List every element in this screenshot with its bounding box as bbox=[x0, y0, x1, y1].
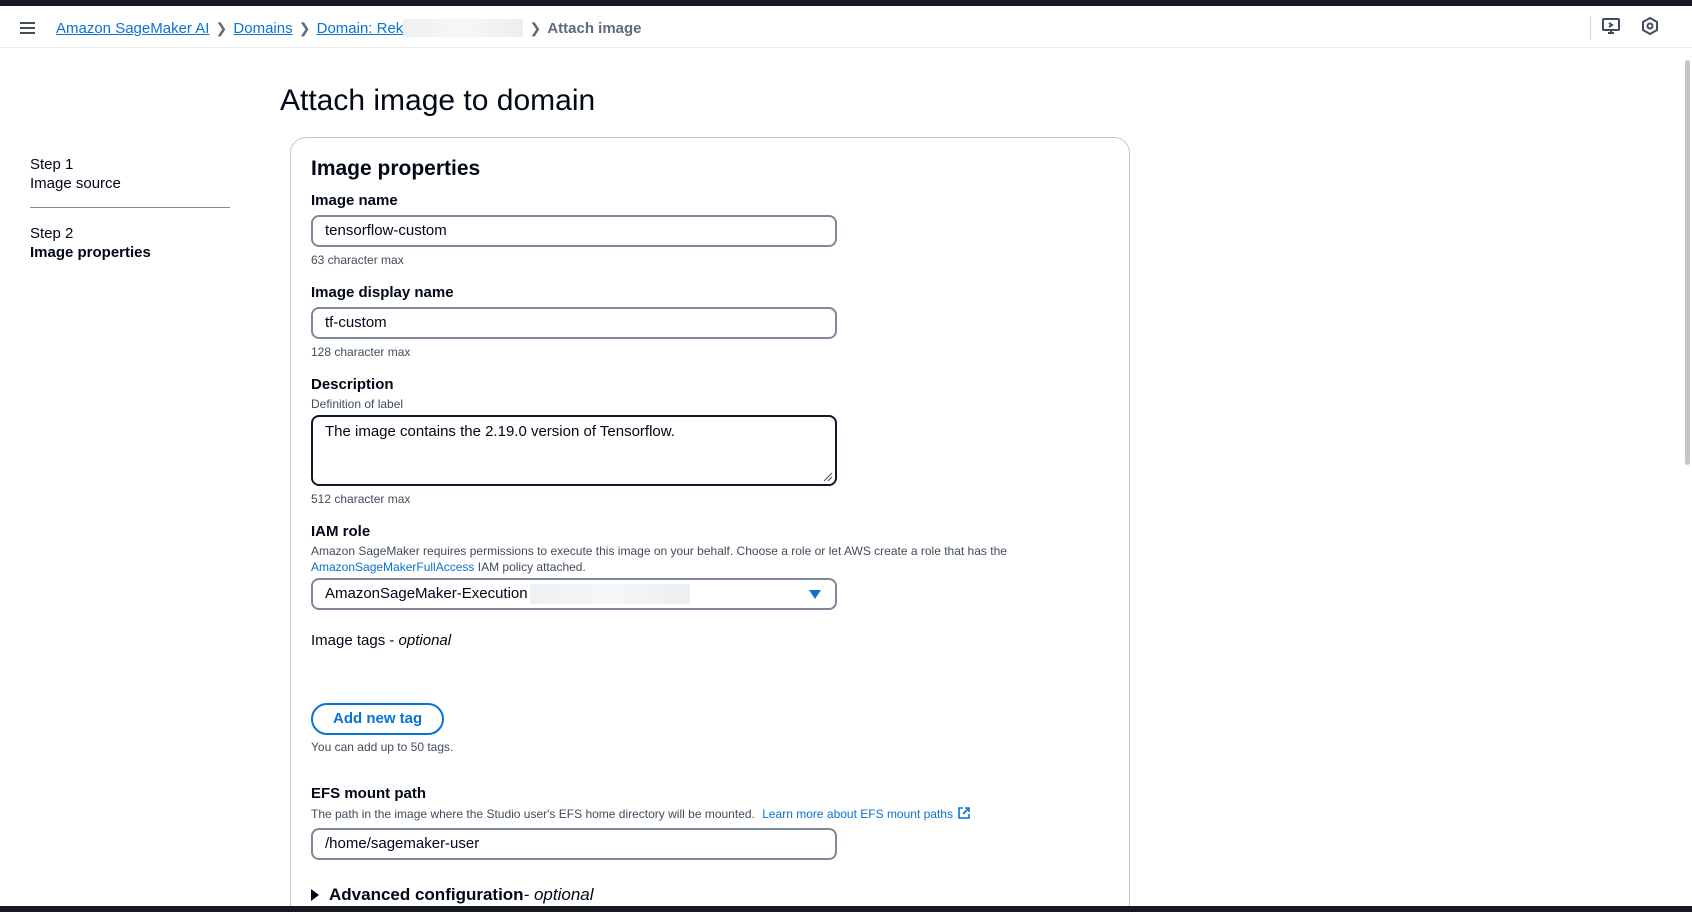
iam-role-desc-text: Amazon SageMaker requires permissions to… bbox=[311, 544, 1007, 558]
advanced-optional: - optional bbox=[523, 885, 594, 904]
breadcrumb-sagemaker-ai[interactable]: Amazon SageMaker AI bbox=[56, 20, 209, 37]
breadcrumb-domains[interactable]: Domains bbox=[233, 20, 292, 37]
description-hint: 512 character max bbox=[311, 492, 411, 506]
tags-optional-text: optional bbox=[398, 632, 452, 649]
image-properties-container: Image properties Image name tensorflow-c… bbox=[290, 137, 1130, 912]
hamburger-menu-icon[interactable] bbox=[18, 19, 40, 37]
breadcrumb: Amazon SageMaker AI ❯ Domains ❯ Domain: … bbox=[56, 18, 642, 38]
display-name-hint: 128 character max bbox=[311, 345, 411, 359]
step-label-active: Image properties bbox=[30, 244, 151, 261]
step-2[interactable]: Step 2 Image properties bbox=[30, 224, 230, 262]
caret-down-icon bbox=[809, 590, 821, 599]
tags-hint: You can add up to 50 tags. bbox=[311, 740, 454, 754]
image-tags-label: Image tags - optional bbox=[311, 632, 451, 649]
container-header: Image properties bbox=[311, 157, 481, 180]
page-scrollbar[interactable] bbox=[1685, 60, 1690, 465]
efs-mount-path-description: The path in the image where the Studio u… bbox=[311, 806, 971, 822]
bottom-window-strip bbox=[0, 906, 1692, 912]
description-value: The image contains the 2.19.0 version of… bbox=[325, 423, 675, 440]
step-label: Image source bbox=[30, 175, 121, 192]
display-name-input[interactable]: tf-custom bbox=[311, 307, 837, 339]
settings-hexagon-icon[interactable] bbox=[1640, 16, 1664, 40]
redacted-domain-name bbox=[403, 19, 524, 37]
breadcrumb-current: Attach image bbox=[547, 19, 642, 37]
display-name-label: Image display name bbox=[311, 284, 454, 301]
chevron-right-icon: ❯ bbox=[298, 19, 311, 36]
description-textarea[interactable]: The image contains the 2.19.0 version of… bbox=[311, 415, 837, 486]
iam-role-label: IAM role bbox=[311, 523, 371, 540]
description-sublabel: Definition of label bbox=[311, 397, 404, 411]
efs-mount-path-input[interactable]: /home/sagemaker-user bbox=[311, 828, 837, 860]
add-new-tag-button[interactable]: Add new tag bbox=[311, 703, 445, 735]
step-number: Step 1 bbox=[30, 156, 74, 173]
image-name-input[interactable]: tensorflow-custom bbox=[311, 215, 837, 247]
iam-role-desc-suffix: IAM policy attached. bbox=[474, 560, 586, 574]
learn-more-efs-text: Learn more about EFS mount paths bbox=[762, 807, 953, 821]
efs-desc-text: The path in the image where the Studio u… bbox=[311, 807, 755, 821]
toolbar-divider bbox=[1590, 16, 1591, 40]
iam-role-select[interactable]: AmazonSageMaker-Execution bbox=[311, 578, 837, 610]
redacted-role-name bbox=[529, 584, 690, 604]
image-name-hint: 63 character max bbox=[311, 253, 404, 267]
step-divider bbox=[30, 207, 230, 208]
learn-more-efs-link[interactable]: Learn more about EFS mount paths bbox=[762, 807, 971, 821]
full-access-policy-link[interactable]: AmazonSageMakerFullAccess bbox=[311, 560, 474, 574]
iam-role-selected: AmazonSageMaker-Execution bbox=[325, 585, 528, 602]
wizard-steps: Step 1 Image source Step 2 Image propert… bbox=[30, 155, 230, 262]
caret-right-icon bbox=[311, 889, 319, 901]
breadcrumb-domain[interactable]: Domain: Rek bbox=[317, 20, 404, 37]
efs-mount-path-label: EFS mount path bbox=[311, 785, 426, 802]
top-navigation-bar: Amazon SageMaker AI ❯ Domains ❯ Domain: … bbox=[0, 6, 1692, 48]
external-link-icon bbox=[958, 807, 970, 819]
step-number: Step 2 bbox=[30, 225, 74, 242]
page-title: Attach image to domain bbox=[280, 84, 596, 117]
screen-share-icon[interactable] bbox=[1601, 16, 1625, 40]
step-1[interactable]: Step 1 Image source bbox=[30, 155, 230, 193]
description-label: Description bbox=[311, 376, 394, 393]
chevron-right-icon: ❯ bbox=[529, 19, 542, 36]
advanced-label: Advanced configuration bbox=[329, 885, 524, 904]
resize-handle-icon[interactable] bbox=[823, 472, 833, 482]
chevron-right-icon: ❯ bbox=[215, 19, 228, 36]
advanced-configuration-expander[interactable]: Advanced configuration - optional bbox=[311, 885, 594, 905]
iam-role-description: Amazon SageMaker requires permissions to… bbox=[311, 543, 1071, 575]
image-name-label: Image name bbox=[311, 192, 398, 209]
tags-label-text: Image tags - bbox=[311, 632, 399, 649]
